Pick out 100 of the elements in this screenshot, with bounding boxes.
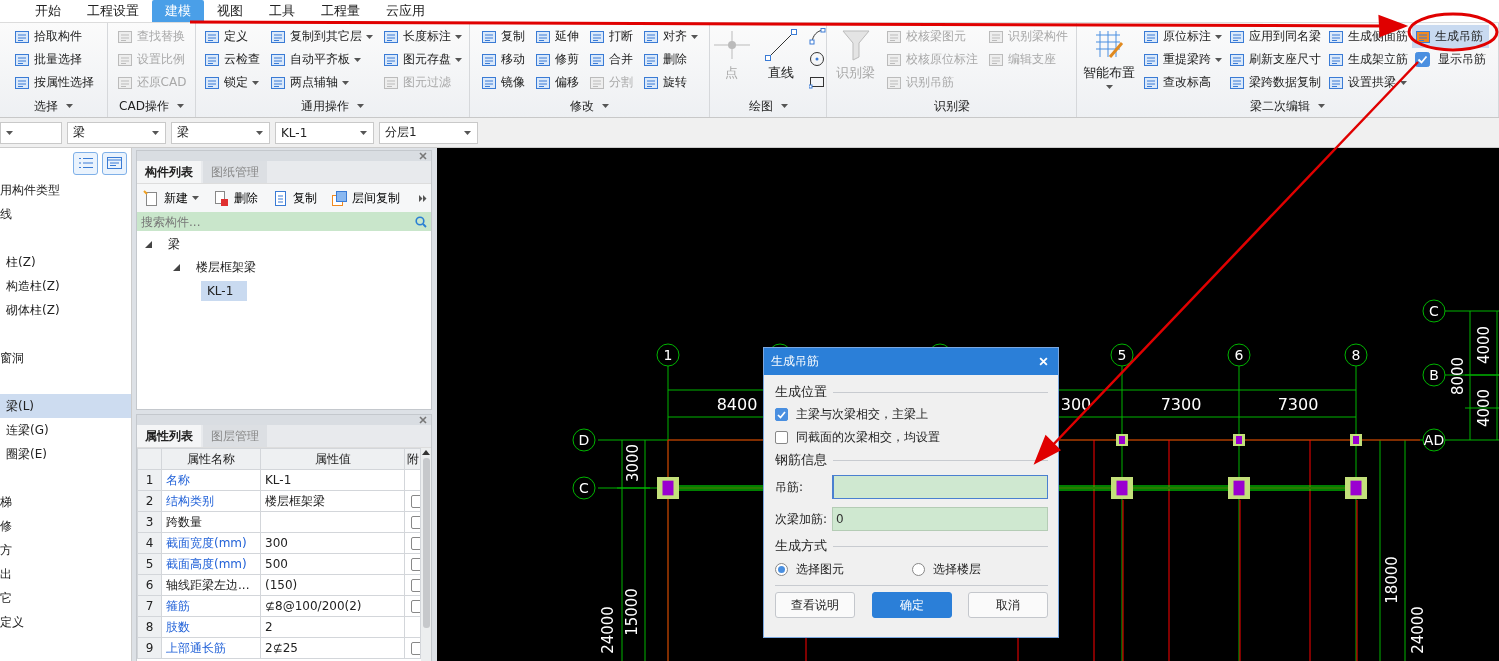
expand-icon[interactable] — [145, 241, 152, 248]
scrollbar[interactable] — [421, 448, 431, 661]
expand-icon[interactable] — [173, 264, 180, 271]
ribbon-button[interactable]: 对齐 — [640, 25, 701, 48]
checkbox[interactable] — [411, 495, 420, 508]
input-field[interactable]: 0 — [832, 507, 1048, 531]
checkbox[interactable] — [411, 642, 420, 655]
tree-item[interactable]: 梁 — [164, 234, 184, 255]
tree-item[interactable]: 用构件类型 — [0, 178, 131, 202]
menu-tab[interactable]: 工程量 — [308, 0, 373, 22]
toolbar-button[interactable]: 复制 — [270, 189, 319, 207]
close-icon[interactable] — [419, 416, 427, 424]
tree-item[interactable]: KL-1 — [201, 280, 248, 301]
dropdown-field[interactable]: 分层1 — [379, 121, 478, 144]
detail-view-button[interactable] — [102, 151, 127, 175]
ribbon-button[interactable]: 长度标注 — [379, 25, 465, 48]
radio-button[interactable] — [775, 562, 788, 576]
panel-tab[interactable]: 构件列表 — [137, 161, 201, 183]
tree-item[interactable]: 连梁(G) — [0, 418, 131, 442]
ribbon-button[interactable]: 图元存盘 — [379, 48, 465, 71]
list-view-button[interactable] — [73, 151, 98, 175]
tree-item[interactable]: 定义 — [0, 610, 131, 634]
caret-icon — [341, 80, 349, 85]
dialog-button[interactable]: 查看说明 — [775, 592, 855, 618]
toolbar-button[interactable]: 新建 — [141, 189, 201, 207]
checkbox[interactable] — [411, 579, 420, 592]
caret-icon — [454, 34, 462, 39]
menu-tab[interactable]: 视图 — [204, 0, 256, 22]
ribbon-button[interactable]: 重提梁跨 — [1140, 48, 1225, 71]
close-icon[interactable] — [419, 152, 427, 160]
dropdown-field[interactable]: 梁 — [67, 121, 166, 144]
checkbox[interactable] — [411, 558, 420, 571]
checkbox[interactable] — [411, 537, 420, 550]
ribbon-button[interactable]: 锁定 — [200, 71, 263, 94]
ribbon-button[interactable]: 查改标高 — [1140, 71, 1225, 94]
toolbar-button[interactable]: 层间复制 — [329, 189, 402, 207]
ribbon-button[interactable]: 移动 — [478, 48, 528, 71]
ribbon-button[interactable]: 复制 — [478, 25, 528, 48]
dropdown-field[interactable]: KL-1 — [275, 121, 374, 144]
ribbon-button[interactable]: 刷新支座尺寸 — [1226, 48, 1324, 71]
ribbon-button[interactable]: 自动平齐板 — [266, 48, 376, 71]
tree-item[interactable]: 窗洞 — [0, 346, 131, 370]
radio-option[interactable]: 选择楼层 — [911, 560, 1048, 578]
tree-item[interactable]: 它 — [0, 586, 131, 610]
tree-item[interactable]: 构造柱(Z) — [0, 274, 131, 298]
scroll-up-icon[interactable] — [422, 450, 430, 455]
more-icon[interactable] — [419, 194, 427, 202]
tree-item[interactable]: 砌体柱(Z) — [0, 298, 131, 322]
toolbar-button[interactable]: 删除 — [211, 189, 260, 207]
tree-item[interactable]: 方 — [0, 538, 131, 562]
ribbon-button[interactable]: 拾取构件 — [10, 25, 97, 48]
checkbox[interactable] — [411, 600, 420, 613]
ribbon-button[interactable]: 定义 — [200, 25, 263, 48]
dropdown-field[interactable] — [0, 121, 62, 144]
ribbon-button[interactable]: 镜像 — [478, 71, 528, 94]
ribbon-button[interactable]: 直线 — [759, 25, 802, 95]
tree-item[interactable]: 出 — [0, 562, 131, 586]
row-number: 4 — [137, 532, 162, 554]
dialog-button[interactable]: 确定 — [871, 592, 952, 618]
ribbon-button[interactable]: 偏移 — [532, 71, 582, 94]
tree-item[interactable]: 梁(L) — [0, 394, 131, 418]
input-field[interactable] — [832, 475, 1048, 499]
ribbon-button[interactable]: 两点辅轴 — [266, 71, 376, 94]
menu-tab[interactable]: 开始 — [22, 0, 74, 22]
checkbox[interactable] — [775, 431, 788, 444]
tree-item[interactable]: 楼层框架梁 — [192, 257, 260, 278]
ribbon-button[interactable]: 打断 — [586, 25, 636, 48]
ribbon-button[interactable]: 按属性选择 — [10, 71, 97, 94]
ribbon-button[interactable]: 复制到其它层 — [266, 25, 376, 48]
list-icon — [1328, 74, 1344, 91]
ribbon-button[interactable]: 修剪 — [532, 48, 582, 71]
tree-item[interactable]: 圈梁(E) — [0, 442, 131, 466]
ribbon-button[interactable]: 合并 — [586, 48, 636, 71]
tree-item[interactable]: 柱(Z) — [0, 250, 131, 274]
tree-item[interactable]: 梯 — [0, 490, 131, 514]
ribbon-button[interactable]: 批量选择 — [10, 48, 97, 71]
menu-tab[interactable]: 工程设置 — [74, 0, 152, 22]
tree-item[interactable]: 线 — [0, 202, 131, 226]
dropdown-field[interactable]: 梁 — [171, 121, 270, 144]
dimension-text: 18000 — [1382, 556, 1401, 604]
radio-option[interactable]: 选择图元 — [775, 560, 912, 578]
checkbox[interactable] — [411, 516, 420, 529]
menu-tab[interactable]: 云应用 — [373, 0, 438, 22]
ribbon-button[interactable]: 延伸 — [532, 25, 582, 48]
ribbon-button[interactable]: 旋转 — [640, 71, 701, 94]
checkbox[interactable] — [775, 408, 788, 421]
checkbox-option[interactable]: 主梁与次梁相交，主梁上 — [775, 403, 928, 426]
radio-button[interactable] — [911, 562, 925, 576]
column-marker — [1228, 477, 1250, 499]
ribbon-button[interactable]: 删除 — [640, 48, 701, 71]
ribbon-button[interactable]: 生成架立筋 — [1325, 48, 1411, 71]
dialog-button[interactable]: 取消 — [968, 592, 1048, 618]
ribbon-button[interactable]: 梁跨数据复制 — [1226, 71, 1324, 94]
ribbon-checkbox[interactable]: 显示吊筋 — [1412, 48, 1489, 71]
tree-item[interactable]: 修 — [0, 514, 131, 538]
search-icon[interactable] — [415, 215, 427, 228]
ribbon-button[interactable]: 云检查 — [200, 48, 263, 71]
menu-tab[interactable]: 工具 — [256, 0, 308, 22]
checkbox-option[interactable]: 同截面的次梁相交，均设置 — [775, 426, 940, 449]
panel-tab[interactable]: 属性列表 — [137, 425, 201, 447]
